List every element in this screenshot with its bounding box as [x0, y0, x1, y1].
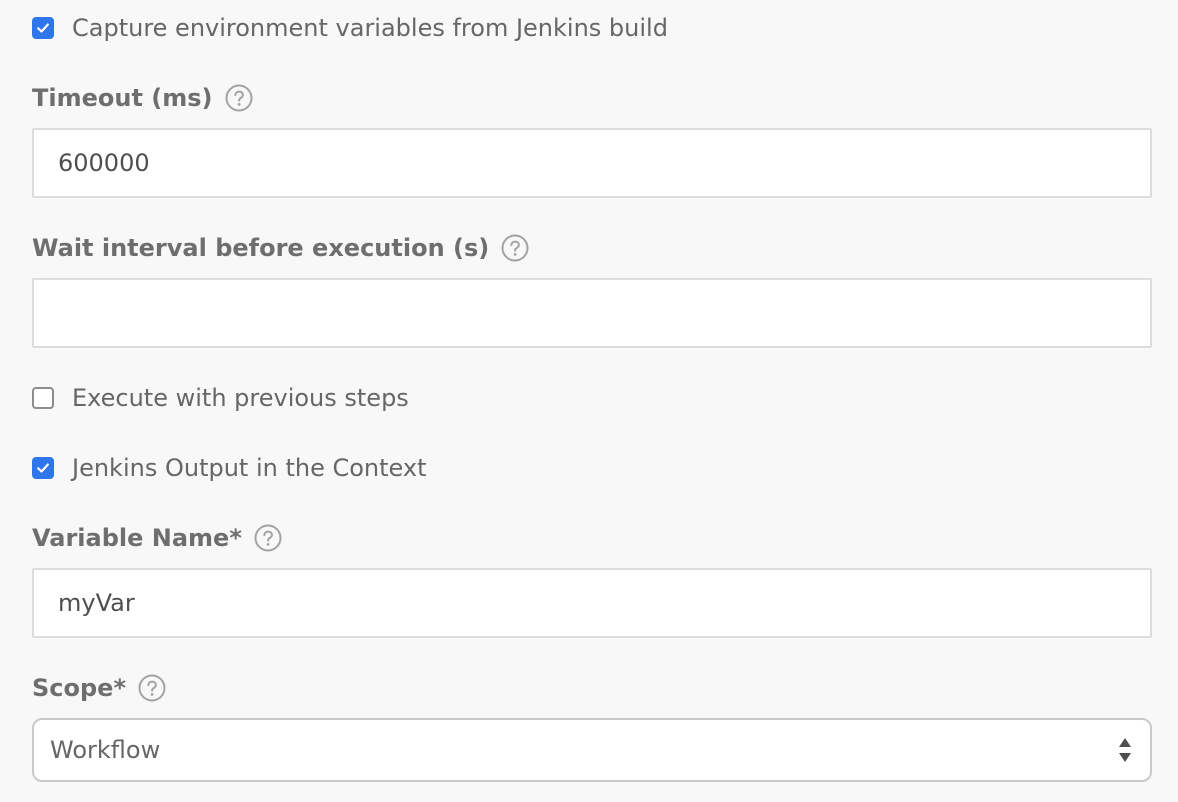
- timeout-label-row: Timeout (ms): [32, 78, 253, 118]
- question-circle-icon[interactable]: [138, 674, 166, 702]
- wait-interval-label: Wait interval before execution (s): [32, 234, 490, 262]
- execute-with-previous-row[interactable]: Execute with previous steps: [32, 378, 409, 418]
- scope-label-row: Scope*: [32, 668, 166, 708]
- variable-name-label: Variable Name*: [32, 524, 242, 552]
- question-circle-icon[interactable]: [501, 234, 529, 262]
- up-down-arrows-icon[interactable]: [1116, 734, 1134, 766]
- scope-select[interactable]: Workflow: [32, 718, 1152, 782]
- check-icon: [37, 463, 49, 473]
- jenkins-output-checkbox[interactable]: [32, 457, 54, 479]
- capture-env-row[interactable]: Capture environment variables from Jenki…: [32, 8, 668, 48]
- check-icon: [37, 23, 49, 33]
- wait-interval-label-row: Wait interval before execution (s): [32, 228, 529, 268]
- capture-env-checkbox[interactable]: [32, 17, 54, 39]
- wait-interval-field[interactable]: [32, 278, 1152, 348]
- capture-env-label: Capture environment variables from Jenki…: [72, 14, 668, 42]
- execute-with-previous-checkbox[interactable]: [32, 387, 54, 409]
- question-circle-icon[interactable]: [254, 524, 282, 552]
- timeout-label: Timeout (ms): [32, 84, 213, 112]
- variable-name-field[interactable]: [32, 568, 1152, 638]
- jenkins-output-label: Jenkins Output in the Context: [72, 454, 427, 482]
- wait-interval-input[interactable]: [34, 280, 1150, 346]
- question-circle-icon[interactable]: [225, 84, 253, 112]
- variable-name-label-row: Variable Name*: [32, 518, 282, 558]
- timeout-input[interactable]: [34, 130, 1150, 196]
- execute-with-previous-label: Execute with previous steps: [72, 384, 409, 412]
- jenkins-output-row[interactable]: Jenkins Output in the Context: [32, 448, 427, 488]
- scope-selected-value: Workflow: [50, 736, 161, 764]
- timeout-field[interactable]: [32, 128, 1152, 198]
- scope-label: Scope*: [32, 674, 127, 702]
- variable-name-input[interactable]: [34, 570, 1150, 636]
